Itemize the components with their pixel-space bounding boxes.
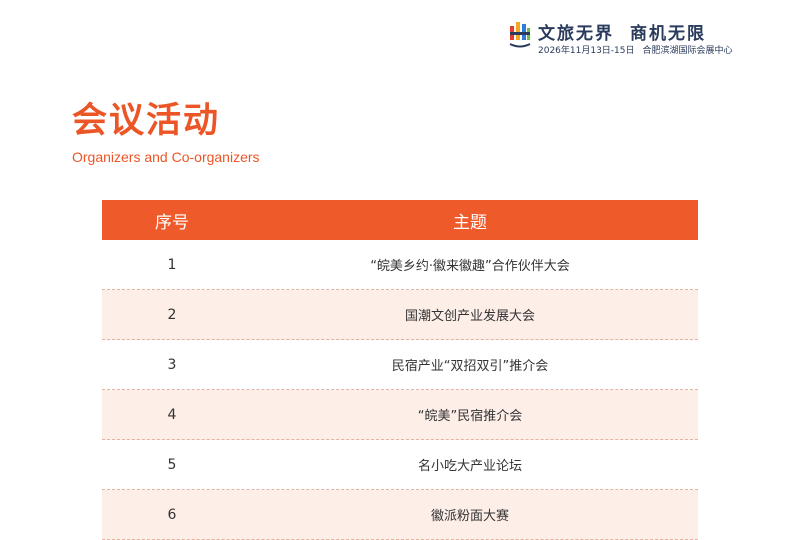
table-row: 6 徽派粉面大赛 xyxy=(102,490,698,540)
event-venue: 合肥滨湖国际会展中心 xyxy=(642,46,733,56)
table-row: 1 “皖美乡约·徽来徽趣”合作伙伴大会 xyxy=(102,240,698,290)
event-info: 2026年11月13日-15日 合肥滨湖国际会展中心 xyxy=(538,43,733,56)
row-topic: 国潮文创产业发展大会 xyxy=(404,309,535,324)
exhibition-logo-icon xyxy=(509,22,531,48)
row-topic: 民宿产业“双招双引”推介会 xyxy=(391,359,549,374)
slogan-right: 商机无限 xyxy=(630,24,706,44)
row-topic: 徽派粉面大赛 xyxy=(430,509,509,524)
slogan-left: 文旅无界 xyxy=(538,24,614,44)
brand-header: 文旅无界 商机无限 2026年11月13日-15日 合肥滨湖国际会展中心 xyxy=(508,18,778,58)
row-no: 2 xyxy=(167,306,177,323)
events-table: 序号 主题 1 “皖美乡约·徽来徽趣”合作伙伴大会 2 国潮文创产业发展大会 3… xyxy=(102,200,698,540)
row-no: 4 xyxy=(167,406,177,423)
page-subtitle: Organizers and Co-organizers xyxy=(72,149,260,165)
row-no: 1 xyxy=(167,256,177,273)
page-title: 会议活动 xyxy=(72,101,221,141)
table-row: 5 名小吃大产业论坛 xyxy=(102,440,698,490)
row-no: 5 xyxy=(167,456,177,473)
table-row: 2 国潮文创产业发展大会 xyxy=(102,290,698,340)
row-topic: “皖美”民宿推介会 xyxy=(417,409,523,424)
row-no: 6 xyxy=(167,506,177,523)
table-header: 序号 主题 xyxy=(102,200,698,240)
slogan: 文旅无界 商机无限 xyxy=(538,19,706,44)
table-row: 3 民宿产业“双招双引”推介会 xyxy=(102,340,698,390)
table-row: 4 “皖美”民宿推介会 xyxy=(102,390,698,440)
event-dates: 2026年11月13日-15日 xyxy=(538,46,635,56)
header-topic: 主题 xyxy=(453,212,487,233)
row-topic: 名小吃大产业论坛 xyxy=(417,459,522,474)
row-topic: “皖美乡约·徽来徽趣”合作伙伴大会 xyxy=(370,259,570,274)
row-no: 3 xyxy=(167,356,177,373)
header-no: 序号 xyxy=(155,212,189,233)
